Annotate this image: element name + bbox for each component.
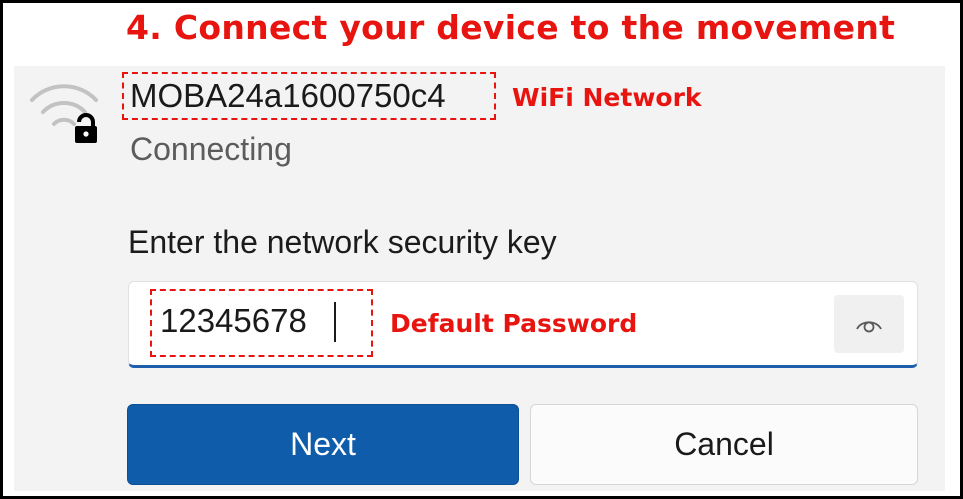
page-heading: 4. Connect your device to the movement	[126, 8, 896, 47]
text-caret	[334, 302, 336, 342]
default-password-annotation: Default Password	[390, 309, 638, 338]
connection-status: Connecting	[130, 131, 292, 167]
next-button[interactable]: Next	[127, 404, 519, 485]
security-key-value: 12345678	[160, 302, 307, 339]
wifi-network-annotation: WiFi Network	[512, 83, 702, 112]
eye-icon	[856, 321, 882, 333]
cancel-button[interactable]: Cancel	[530, 404, 918, 485]
network-name: MOBA24a1600750c4	[130, 77, 446, 114]
security-key-prompt: Enter the network security key	[128, 224, 557, 260]
wifi-secured-icon	[30, 84, 98, 143]
reveal-password-button[interactable]	[834, 295, 904, 353]
